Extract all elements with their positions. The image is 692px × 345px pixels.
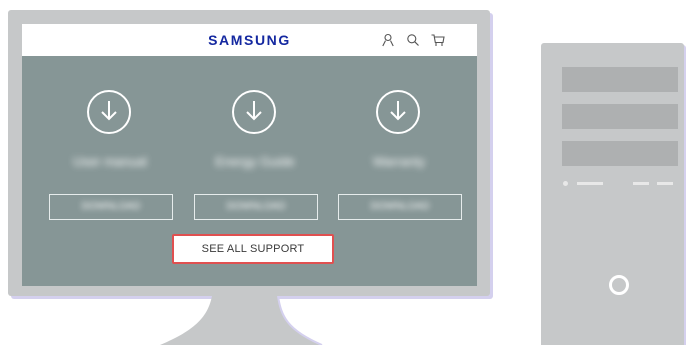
indicator-bar [577, 182, 603, 185]
indicator-bar [633, 182, 649, 185]
support-column: User manual DOWNLOAD [47, 84, 173, 224]
download-icon[interactable] [232, 90, 276, 134]
column-title: User manual [73, 154, 147, 169]
status-led [563, 181, 568, 186]
column-title: Energy Guide [215, 154, 295, 169]
download-button[interactable]: DOWNLOAD [49, 194, 173, 220]
see-all-support-button[interactable]: SEE ALL SUPPORT [172, 234, 334, 264]
monitor-stand [160, 296, 323, 345]
power-button[interactable] [609, 275, 629, 295]
download-button[interactable]: DOWNLOAD [338, 194, 462, 220]
download-icon[interactable] [376, 90, 420, 134]
drive-bay [562, 141, 678, 166]
indicator-bar [657, 182, 673, 185]
support-column: Energy Guide DOWNLOAD [192, 84, 318, 224]
monitor: SAMSUNG User manual DOWNLOAD Energy Guid… [8, 10, 490, 296]
download-button-label: DOWNLOAD [81, 201, 141, 212]
download-button[interactable]: DOWNLOAD [194, 194, 318, 220]
drive-bay [562, 67, 678, 92]
support-column: Warranty DOWNLOAD [336, 84, 462, 224]
screen: SAMSUNG User manual DOWNLOAD Energy Guid… [22, 24, 477, 286]
download-button-label: DOWNLOAD [370, 201, 430, 212]
download-icon[interactable] [87, 90, 131, 134]
user-icon[interactable] [381, 33, 395, 47]
drive-bay [562, 104, 678, 129]
desktop-tower [541, 43, 684, 345]
column-title: Warranty [372, 154, 426, 169]
download-button-label: DOWNLOAD [226, 201, 286, 212]
header-bar: SAMSUNG [22, 24, 477, 56]
search-icon[interactable] [406, 33, 420, 47]
cart-icon[interactable] [431, 33, 445, 47]
